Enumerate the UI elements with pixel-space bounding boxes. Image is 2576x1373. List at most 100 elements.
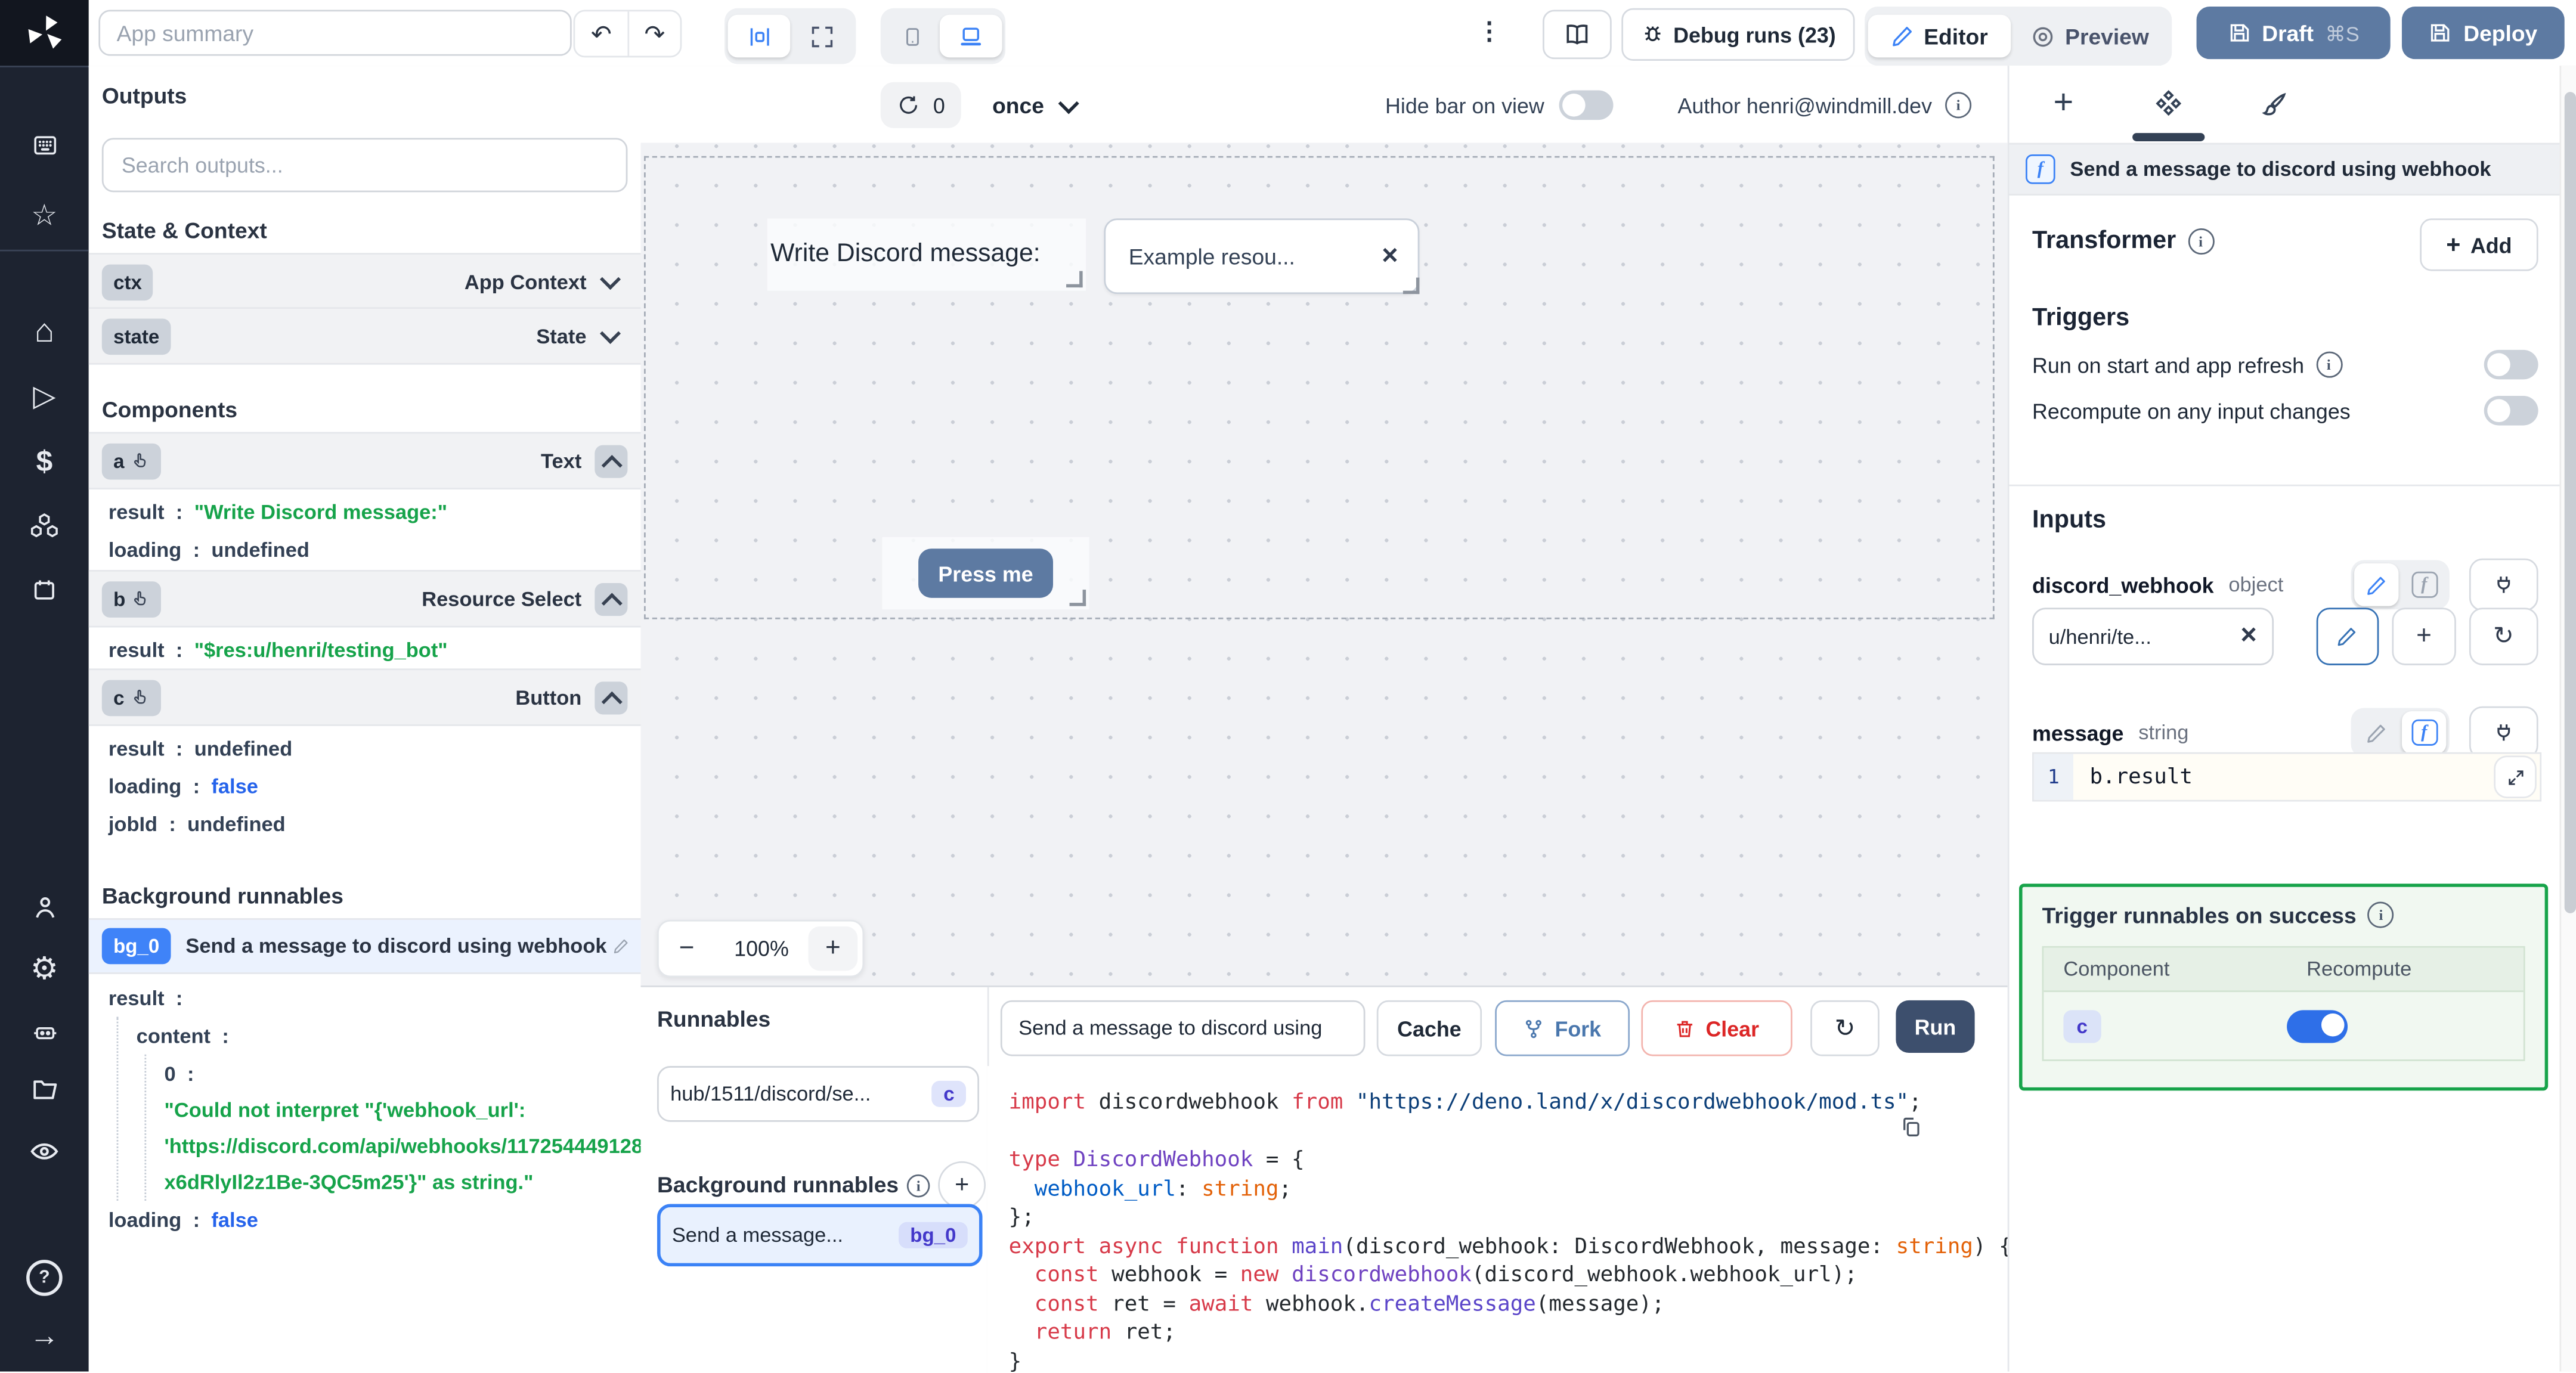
connect-input-button[interactable] [2469,706,2538,759]
windmill-logo[interactable] [0,0,89,66]
fork-icon [1527,1019,1542,1037]
search-outputs-input[interactable] [101,138,628,193]
debug-runs-button[interactable]: Debug runs (23) [1621,8,1855,61]
sidebar-item-audit[interactable] [0,1129,89,1174]
sidebar-item-users[interactable] [0,884,89,929]
preview-eye-icon [2033,26,2053,46]
info-icon[interactable] [1945,92,1972,119]
sidebar-expand[interactable]: → [0,1312,89,1358]
sidebar-item-settings[interactable]: ⚙ [0,946,89,992]
expand-editor-button[interactable] [2494,755,2537,798]
desktop-view-button[interactable] [939,14,1002,58]
collapse-button[interactable] [595,680,628,714]
sidebar-item-resources[interactable] [0,503,89,548]
output-row-ctx[interactable]: ctx App Context [88,253,641,311]
add-transformer-button[interactable]: + Add [2420,218,2538,271]
press-me-button[interactable]: Press me [918,548,1054,598]
hide-bar-toggle[interactable] [1559,90,1614,120]
docs-button[interactable] [1543,10,1612,60]
runnable-name-input[interactable] [1000,1000,1366,1056]
text-component[interactable]: Write Discord message: [767,218,1086,291]
info-icon[interactable] [906,1173,930,1197]
tab-insert-component[interactable]: + [2042,82,2085,125]
info-icon[interactable] [2315,351,2342,378]
clear-selection-icon[interactable] [1382,241,1398,272]
code-lines: import discordwebhook from "https://deno… [1008,1090,2008,1373]
component-row-b[interactable]: b Resource Select [88,570,641,628]
align-grid-button[interactable] [727,14,791,58]
refresh-count-button[interactable]: 0 [880,82,962,128]
draft-button[interactable]: Draft ⌘S [2196,7,2391,60]
eval-mode-button[interactable] [2402,563,2446,606]
sidebar-divider [0,249,89,252]
redo-button[interactable]: ↷ [629,11,680,55]
resize-handle[interactable] [1402,277,1420,295]
app-summary-input[interactable] [98,10,572,56]
static-mode-button[interactable] [2354,563,2399,606]
sidebar-item-schedules[interactable] [0,567,89,613]
mobile-view-button[interactable] [884,15,940,58]
background-runnable-row[interactable]: bg_0 Send a message to discord using web… [88,918,641,974]
chevron-down-icon[interactable] [599,269,621,290]
sidebar-item-variables[interactable]: $ [0,439,89,485]
runnable-item-c[interactable]: hub/1511/discord/se... c [657,1066,980,1122]
refresh-resource-button[interactable] [2469,608,2538,665]
collapse-button[interactable] [595,444,628,478]
fork-button[interactable]: Fork [1495,1000,1630,1056]
kebab-menu[interactable]: ⋮ [1477,17,1503,46]
sidebar-item-home[interactable]: ⌂ [0,309,89,355]
fullscreen-button[interactable] [790,15,853,58]
expr-editor[interactable]: 1 b.result [2032,752,2542,802]
tab-styling[interactable] [2252,84,2295,127]
run-button[interactable]: Run [1896,1000,1975,1053]
sidebar-item-folders[interactable] [0,1066,89,1112]
chevron-down-icon[interactable] [599,323,621,345]
add-resource-button[interactable]: + [2392,608,2456,665]
output-row-state[interactable]: state State [88,307,641,365]
tab-component-settings[interactable] [2147,84,2190,127]
run-on-start-toggle[interactable] [2484,349,2538,380]
resize-handle[interactable] [1066,271,1083,288]
info-icon[interactable] [2187,227,2214,254]
tab-preview[interactable]: Preview [2011,15,2169,58]
sidebar-item-help[interactable]: ? [0,1255,89,1301]
sidebar-item-workers[interactable] [0,1009,89,1055]
pencil-icon[interactable] [613,938,630,954]
scrollbar-thumb[interactable] [2563,92,2575,913]
eval-mode-button[interactable] [2401,711,2447,754]
tab-editor[interactable]: Editor [1868,14,2011,58]
sidebar-item-apps[interactable] [0,122,89,168]
scrollbar-track[interactable] [2559,66,2576,1372]
component-row-a[interactable]: a Text [88,432,641,490]
deploy-button[interactable]: Deploy [2401,7,2565,60]
resource-select-component[interactable]: Example resou... [1104,218,1420,295]
runnable-item-name: Send a message... [671,1223,844,1247]
button-component[interactable]: Press me [882,537,1089,610]
run-mode-dropdown[interactable]: once [992,82,1079,128]
zoom-out-button[interactable]: − [659,934,715,963]
home-icon: ⌂ [34,314,55,350]
connect-input-button[interactable] [2469,558,2538,611]
cache-button[interactable]: Cache [1376,1000,1482,1056]
edit-resource-button[interactable] [2315,608,2379,665]
copy-icon[interactable] [1899,1115,1922,1139]
add-bg-runnable-button[interactable]: + [938,1161,986,1209]
clear-button[interactable]: Clear [1641,1000,1792,1056]
resize-handle[interactable] [1069,590,1086,606]
sidebar-item-runs[interactable]: ▷ [0,373,89,419]
runnable-item-bg0-selected[interactable]: Send a message... bg_0 [657,1204,983,1267]
recompute-row-toggle[interactable] [2287,1009,2348,1043]
code-editor[interactable]: import discordwebhook from "https://deno… [987,1066,2008,1373]
resource-picker[interactable]: u/henri/te... [2032,608,2274,665]
zoom-in-button[interactable]: + [808,926,858,971]
clear-resource-icon[interactable] [2240,621,2256,652]
app-canvas[interactable]: Write Discord message: Example resou... … [640,142,2008,986]
collapse-button[interactable] [595,582,628,615]
info-icon[interactable] [2368,901,2395,928]
static-mode-button[interactable] [2354,711,2398,754]
undo-button[interactable]: ↶ [575,11,627,55]
sidebar-item-favorites[interactable]: ☆ [0,192,89,238]
refresh-result-button[interactable] [1810,1000,1880,1056]
component-row-c[interactable]: c Button [88,668,641,726]
recompute-toggle[interactable] [2484,395,2538,426]
